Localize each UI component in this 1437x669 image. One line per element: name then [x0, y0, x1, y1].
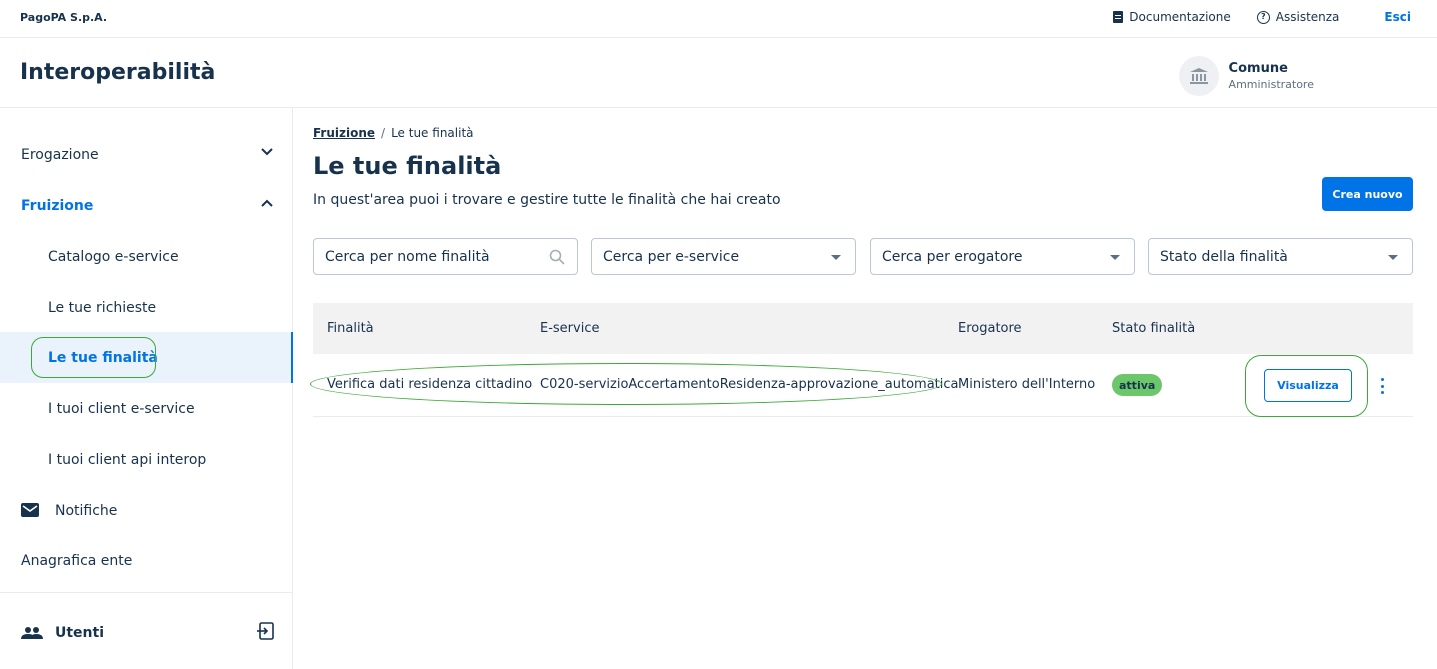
status-filter-select[interactable]: Stato della finalità: [1148, 238, 1413, 275]
documentation-link[interactable]: Documentazione: [1113, 10, 1231, 24]
page-description: In quest'area puoi i trovare e gestire t…: [313, 192, 781, 208]
sidebar-item-anagrafica[interactable]: Anagrafica ente: [0, 535, 293, 586]
page-title: Le tue finalità: [313, 152, 502, 180]
column-header-provider: Erogatore: [958, 321, 1022, 336]
more-actions-icon[interactable]: [1376, 376, 1388, 396]
sidebar-item-client-api[interactable]: I tuoi client api interop: [0, 434, 293, 485]
sidebar-item-label: Utenti: [55, 625, 105, 641]
company-name: PagoPA S.p.A.: [20, 11, 108, 24]
sidebar-item-label: Le tue richieste: [48, 299, 157, 316]
exit-icon[interactable]: [256, 622, 274, 640]
sidebar-item-utenti[interactable]: Utenti: [0, 613, 293, 653]
assistance-link[interactable]: ? Assistenza: [1256, 10, 1340, 24]
party-role: Amministratore: [1228, 78, 1314, 91]
column-header-purpose: Finalità: [327, 321, 374, 336]
purpose-cell: Verifica dati residenza cittadino: [327, 377, 533, 392]
top-header: PagoPA S.p.A. Documentazione ? Assistenz…: [0, 0, 1437, 38]
dropdown-arrow-icon: [1110, 255, 1120, 260]
sidebar-divider: [0, 592, 293, 593]
party-name: Comune: [1228, 61, 1288, 76]
chevron-up-icon: [261, 199, 273, 207]
sidebar-item-erogazione[interactable]: Erogazione: [0, 129, 293, 180]
top-links: Documentazione ? Assistenza Esci: [1087, 10, 1411, 24]
breadcrumb-current: Le tue finalità: [391, 126, 474, 140]
sidebar-item-catalogo[interactable]: Catalogo e-service: [0, 231, 293, 282]
sidebar-item-notifiche[interactable]: Notifiche: [0, 485, 293, 536]
document-icon: [1113, 11, 1124, 23]
documentation-label: Documentazione: [1129, 10, 1231, 24]
provider-cell: Ministero dell'Interno: [958, 377, 1096, 392]
column-header-status: Stato finalità: [1112, 321, 1196, 336]
dropdown-arrow-icon: [1388, 255, 1398, 260]
create-new-button[interactable]: Crea nuovo: [1322, 177, 1413, 211]
sidebar-item-client-eservice[interactable]: I tuoi client e-service: [0, 383, 293, 434]
sidebar-item-finalita[interactable]: Le tue finalità: [0, 332, 293, 383]
logout-link[interactable]: Esci: [1384, 10, 1411, 24]
institution-icon: [1178, 56, 1219, 96]
product-title: Interoperabilità: [20, 60, 216, 85]
column-header-eservice: E-service: [540, 321, 600, 336]
sidebar-item-fruizione[interactable]: Fruizione: [0, 180, 293, 231]
table-row: Verifica dati residenza cittadino C020-s…: [313, 354, 1413, 417]
provider-filter-select[interactable]: Cerca per erogatore: [870, 238, 1135, 275]
assistance-label: Assistenza: [1275, 10, 1340, 24]
purposes-table: Finalità E-service Erogatore Stato final…: [313, 303, 1413, 417]
breadcrumb-separator: /: [381, 126, 386, 140]
people-icon: [21, 627, 43, 639]
eservice-cell: C020-servizioAccertamentoResidenza-appro…: [540, 377, 959, 392]
search-input[interactable]: [325, 248, 535, 265]
sidebar-item-label: Anagrafica ente: [21, 552, 133, 569]
search-icon: [549, 249, 565, 265]
party-switcher[interactable]: Comune Amministratore: [1178, 56, 1314, 96]
help-icon: ?: [1256, 10, 1270, 24]
status-filter-label: Stato della finalità: [1160, 248, 1288, 265]
table-header: Finalità E-service Erogatore Stato final…: [313, 303, 1413, 354]
breadcrumb: Fruizione / Le tue finalità: [313, 126, 474, 140]
sidebar-item-label: I tuoi client e-service: [48, 400, 195, 417]
sidebar-item-label: Le tue finalità: [48, 349, 158, 366]
product-header: Interoperabilità Comune Amministratore: [0, 38, 1437, 108]
mail-icon: [21, 503, 39, 517]
breadcrumb-link-fruizione[interactable]: Fruizione: [313, 126, 375, 140]
search-purpose-field[interactable]: [313, 238, 578, 275]
provider-filter-label: Cerca per erogatore: [882, 248, 1023, 265]
sidebar-item-label: I tuoi client api interop: [48, 451, 207, 468]
sidebar-item-label: Fruizione: [21, 197, 94, 214]
chevron-down-icon: [261, 148, 273, 156]
sidebar-item-label: Erogazione: [21, 146, 99, 163]
dropdown-arrow-icon: [831, 255, 841, 260]
status-badge: attiva: [1112, 374, 1163, 396]
sidebar-item-label: Notifiche: [55, 502, 118, 519]
eservice-filter-select[interactable]: Cerca per e-service: [591, 238, 856, 275]
view-button[interactable]: Visualizza: [1264, 369, 1352, 402]
sidebar: Erogazione Fruizione Catalogo e-service …: [0, 108, 293, 669]
eservice-filter-label: Cerca per e-service: [603, 248, 740, 265]
party-info: Comune Amministratore: [1229, 61, 1314, 91]
sidebar-item-label: Catalogo e-service: [48, 248, 179, 265]
sidebar-item-richieste[interactable]: Le tue richieste: [0, 282, 293, 333]
